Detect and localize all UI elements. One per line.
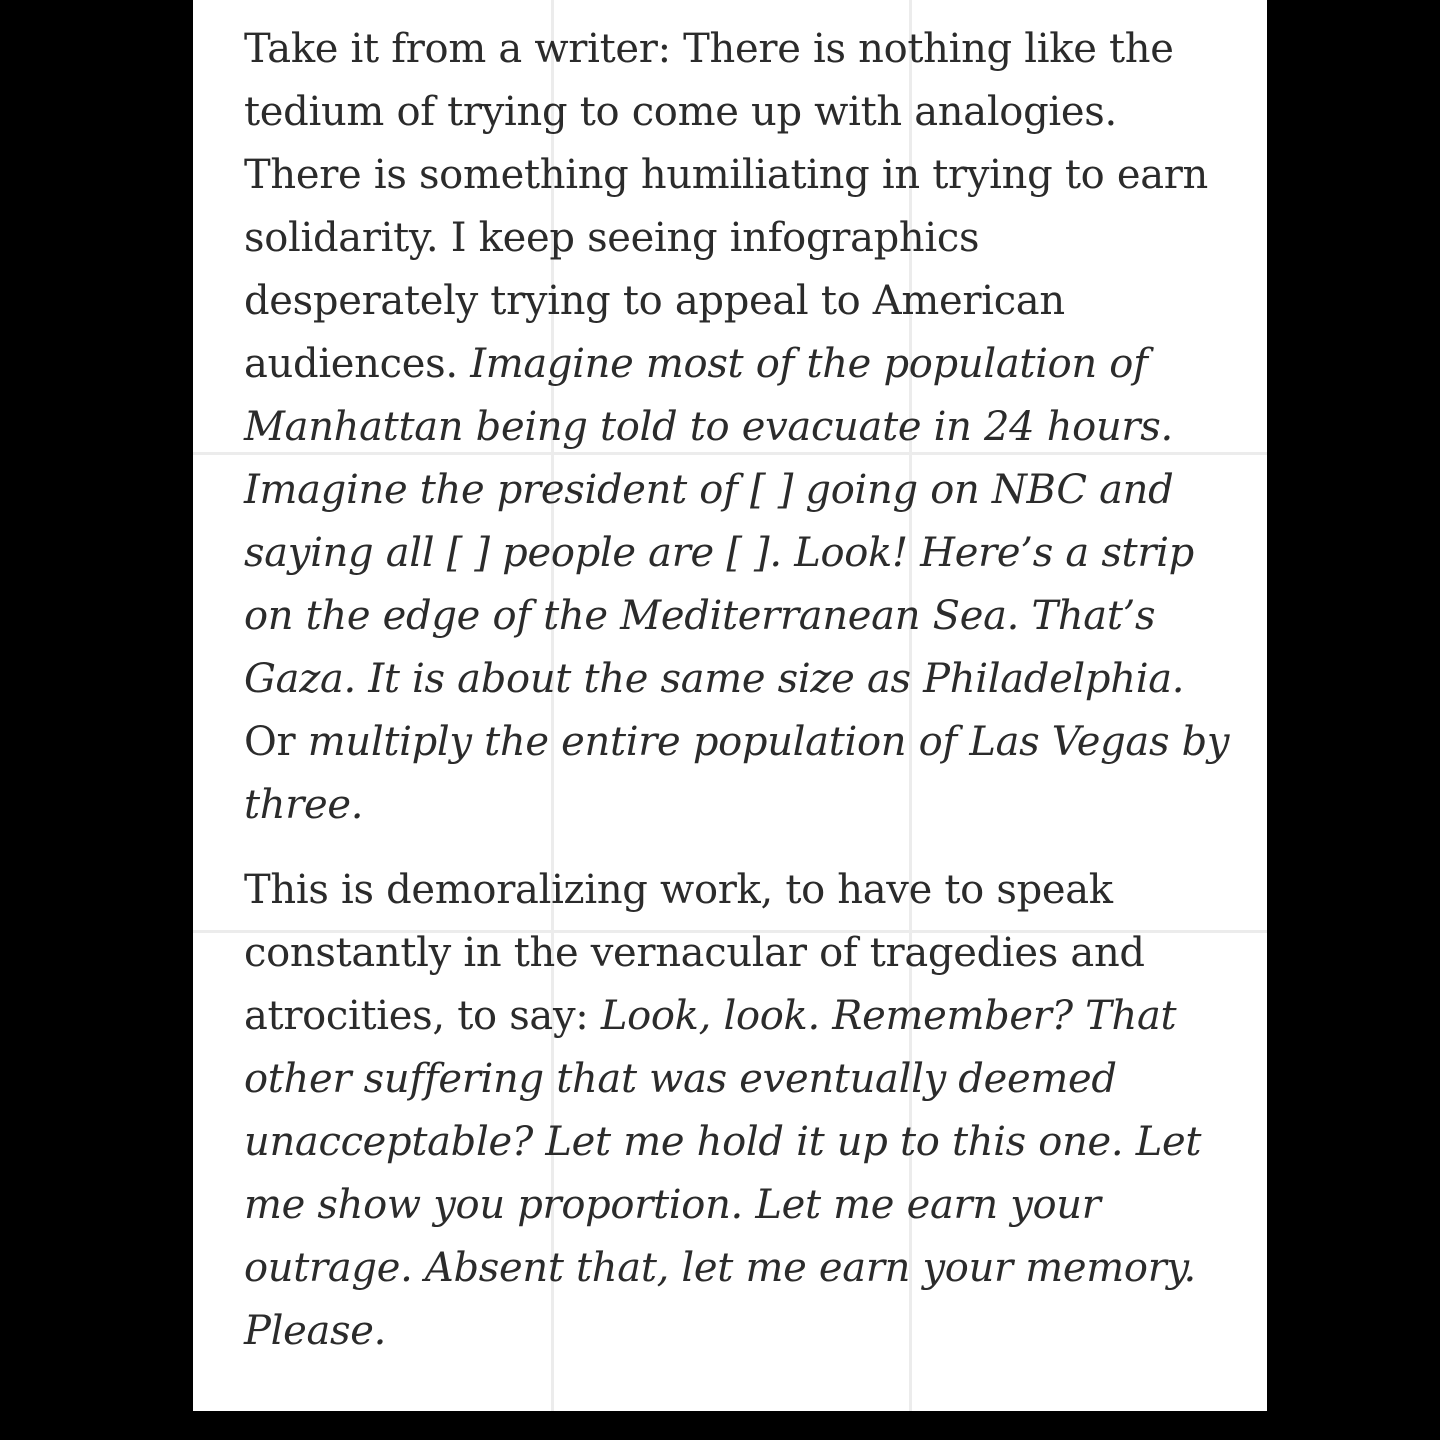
text-line: other suffering that was eventually deem… bbox=[244, 1048, 1244, 1111]
text-line: Gaza. It is about the same size as Phila… bbox=[244, 648, 1244, 711]
article-page: Take it from a writer: There is nothing … bbox=[193, 0, 1267, 1411]
body-text: This is demoralizing work, to have to sp… bbox=[244, 867, 1113, 913]
text-line: atrocities, to say: Look, look. Remember… bbox=[244, 985, 1244, 1048]
text-line: solidarity. I keep seeing infographics bbox=[244, 207, 1244, 270]
text-line: tedium of trying to come up with analogi… bbox=[244, 81, 1244, 144]
body-text: Take it from a writer: There is nothing … bbox=[244, 26, 1174, 72]
body-text: There is something humiliating in trying… bbox=[244, 152, 1209, 198]
italic-text: three. bbox=[244, 782, 364, 828]
italic-text: unacceptable? Let me hold it up to this … bbox=[244, 1119, 1202, 1165]
text-line: This is demoralizing work, to have to sp… bbox=[244, 859, 1244, 922]
text-line: saying all [ ] people are [ ]. Look! Her… bbox=[244, 522, 1244, 585]
text-line: Take it from a writer: There is nothing … bbox=[244, 18, 1244, 81]
text-line: desperately trying to appeal to American bbox=[244, 270, 1244, 333]
italic-text: multiply the entire population of Las Ve… bbox=[307, 719, 1230, 765]
text-line: audiences. Imagine most of the populatio… bbox=[244, 333, 1244, 396]
italic-text: Gaza. It is about the same size as Phila… bbox=[244, 656, 1185, 702]
text-line: me show you proportion. Let me earn your bbox=[244, 1174, 1244, 1237]
text-line: three. bbox=[244, 774, 1244, 837]
text-line: outrage. Absent that, let me earn your m… bbox=[244, 1237, 1244, 1300]
italic-text: saying all [ ] people are [ ]. Look! Her… bbox=[244, 530, 1194, 576]
text-line: Or multiply the entire population of Las… bbox=[244, 711, 1244, 774]
italic-text: Imagine most of the population of bbox=[470, 341, 1148, 387]
article-paragraph: Take it from a writer: There is nothing … bbox=[244, 18, 1244, 837]
text-line: Please. bbox=[244, 1300, 1244, 1363]
text-line: on the edge of the Mediterranean Sea. Th… bbox=[244, 585, 1244, 648]
article-paragraph: This is demoralizing work, to have to sp… bbox=[244, 859, 1244, 1363]
body-text: solidarity. I keep seeing infographics bbox=[244, 215, 980, 261]
body-text: desperately trying to appeal to American bbox=[244, 278, 1065, 324]
article-body: Take it from a writer: There is nothing … bbox=[244, 18, 1244, 1385]
italic-text: Manhattan being told to evacuate in 24 h… bbox=[244, 404, 1173, 450]
text-line: Manhattan being told to evacuate in 24 h… bbox=[244, 396, 1244, 459]
italic-text: outrage. Absent that, let me earn your m… bbox=[244, 1245, 1196, 1291]
body-text: audiences. bbox=[244, 341, 471, 387]
italic-text: Look, look. Remember? That bbox=[600, 993, 1177, 1039]
body-text: constantly in the vernacular of tragedie… bbox=[244, 930, 1145, 976]
body-text: Or bbox=[244, 719, 308, 765]
text-line: There is something humiliating in trying… bbox=[244, 144, 1244, 207]
body-text: atrocities, to say: bbox=[244, 993, 601, 1039]
text-line: constantly in the vernacular of tragedie… bbox=[244, 922, 1244, 985]
text-line: Imagine the president of [ ] going on NB… bbox=[244, 459, 1244, 522]
italic-text: Imagine the president of [ ] going on NB… bbox=[244, 467, 1174, 513]
italic-text: on the edge of the Mediterranean Sea. Th… bbox=[244, 593, 1156, 639]
italic-text: Please. bbox=[244, 1308, 387, 1354]
italic-text: me show you proportion. Let me earn your bbox=[244, 1182, 1101, 1228]
text-line: unacceptable? Let me hold it up to this … bbox=[244, 1111, 1244, 1174]
italic-text: other suffering that was eventually deem… bbox=[244, 1056, 1117, 1102]
body-text: tedium of trying to come up with analogi… bbox=[244, 89, 1117, 135]
